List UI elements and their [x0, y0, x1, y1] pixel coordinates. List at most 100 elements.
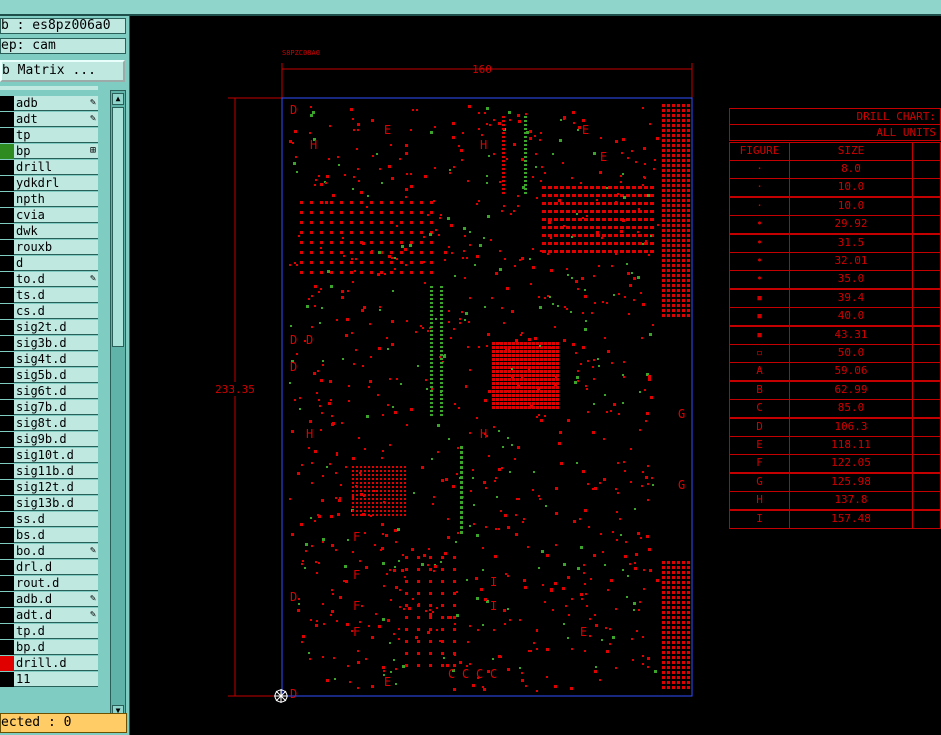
layer-row-sig7b-d[interactable]: sig7b.d: [0, 400, 98, 415]
green-pad: [440, 318, 443, 320]
layer-color-swatch[interactable]: [0, 208, 14, 223]
layer-row-adt[interactable]: adt ✎: [0, 112, 98, 127]
scroll-thumb[interactable]: [112, 107, 124, 347]
scatter-pad: [654, 670, 657, 673]
layer-color-swatch[interactable]: [0, 224, 14, 239]
layer-color-swatch[interactable]: [0, 400, 14, 415]
connector-pad: [677, 651, 680, 654]
layer-row-adb[interactable]: adb ✎: [0, 96, 98, 111]
scatter-pad: [481, 134, 483, 136]
layer-color-swatch[interactable]: [0, 528, 14, 543]
layer-color-swatch[interactable]: [0, 384, 14, 399]
layer-row-bp-d[interactable]: bp.d: [0, 640, 98, 655]
layer-row-11[interactable]: 11: [0, 672, 98, 687]
scatter-pad: [594, 302, 596, 304]
layer-row-sig9b-d[interactable]: sig9b.d: [0, 432, 98, 447]
layer-color-swatch[interactable]: [0, 512, 14, 527]
layer-row-sig11b-d[interactable]: sig11b.d: [0, 464, 98, 479]
layer-color-swatch[interactable]: [0, 640, 14, 655]
layer-row-sig6t-d[interactable]: sig6t.d: [0, 384, 98, 399]
layer-row-sig5b-d[interactable]: sig5b.d: [0, 368, 98, 383]
layer-color-swatch[interactable]: [0, 160, 14, 175]
bga-pad: [372, 494, 374, 496]
layer-color-swatch[interactable]: [0, 608, 14, 623]
layer-color-swatch[interactable]: [0, 480, 14, 495]
bga-pad: [516, 358, 519, 361]
layer-color-swatch[interactable]: [0, 128, 14, 143]
green-pad: [460, 481, 463, 484]
layer-row-sig10t-d[interactable]: sig10t.d: [0, 448, 98, 463]
layer-row-sig4t-d[interactable]: sig4t.d: [0, 352, 98, 367]
layer-row-sig13b-d[interactable]: sig13b.d: [0, 496, 98, 511]
connector-pad: [672, 119, 675, 122]
layer-row-ydkdrl[interactable]: ydkdrl: [0, 176, 98, 191]
layer-row-ts-d[interactable]: ts.d: [0, 288, 98, 303]
layer-color-swatch[interactable]: [0, 240, 14, 255]
layer-color-swatch[interactable]: [0, 176, 14, 191]
scatter-pad: [580, 593, 583, 596]
bga-pad: [508, 374, 511, 377]
layer-color-swatch[interactable]: [0, 560, 14, 575]
layer-scrollbar[interactable]: ▲ ▼: [110, 90, 126, 722]
layer-row-d[interactable]: d: [0, 256, 98, 271]
layer-row-cvia[interactable]: cvia: [0, 208, 98, 223]
layer-row-bp[interactable]: bp ⊞: [0, 144, 98, 159]
layer-color-swatch[interactable]: [0, 672, 14, 687]
layer-row-npth[interactable]: npth: [0, 192, 98, 207]
connector-pad: [667, 114, 670, 117]
layer-row-sig2t-d[interactable]: sig2t.d: [0, 320, 98, 335]
scroll-up-icon[interactable]: ▲: [112, 93, 124, 105]
scatter-pad: [484, 306, 486, 308]
layer-color-swatch[interactable]: [0, 368, 14, 383]
layer-row-drl-d[interactable]: drl.d: [0, 560, 98, 575]
layer-row-drill-d[interactable]: drill.d: [0, 656, 98, 671]
scatter-pad: [459, 322, 461, 324]
connector-pad: [672, 149, 675, 152]
layer-color-swatch[interactable]: [0, 304, 14, 319]
bga-pad: [372, 510, 374, 512]
layer-row-tp-d[interactable]: tp.d: [0, 624, 98, 639]
layer-color-swatch[interactable]: [0, 464, 14, 479]
layer-color-swatch[interactable]: [0, 544, 14, 559]
layer-color-swatch[interactable]: [0, 192, 14, 207]
layer-row-cs-d[interactable]: cs.d: [0, 304, 98, 319]
layer-color-swatch[interactable]: [0, 496, 14, 511]
layer-color-swatch[interactable]: [0, 656, 14, 671]
layer-color-swatch[interactable]: [0, 576, 14, 591]
layer-row-dwk[interactable]: dwk: [0, 224, 98, 239]
layer-row-adb-d[interactable]: adb.d ✎: [0, 592, 98, 607]
layer-color-swatch[interactable]: [0, 432, 14, 447]
layer-color-swatch[interactable]: [0, 288, 14, 303]
connector-pad: [672, 184, 675, 187]
drill-symbol-letter: C: [490, 667, 497, 681]
layer-color-swatch[interactable]: [0, 448, 14, 463]
layer-row-sig3b-d[interactable]: sig3b.d: [0, 336, 98, 351]
layer-row-rouxb[interactable]: rouxb: [0, 240, 98, 255]
layer-row-rout-d[interactable]: rout.d: [0, 576, 98, 591]
scatter-pad: [586, 215, 588, 217]
layer-color-swatch[interactable]: [0, 96, 14, 111]
matrix-button[interactable]: b Matrix ...: [0, 60, 125, 82]
bga-pad: [544, 386, 547, 389]
connector-pad: [667, 204, 670, 207]
layer-color-swatch[interactable]: [0, 592, 14, 607]
layer-row-to-d[interactable]: to.d ✎: [0, 272, 98, 287]
layer-color-swatch[interactable]: [0, 336, 14, 351]
layer-color-swatch[interactable]: [0, 352, 14, 367]
layer-row-bs-d[interactable]: bs.d: [0, 528, 98, 543]
layer-color-swatch[interactable]: [0, 320, 14, 335]
layer-color-swatch[interactable]: [0, 144, 14, 159]
layer-row-tp[interactable]: tp: [0, 128, 98, 143]
layer-color-swatch[interactable]: [0, 256, 14, 271]
layer-row-ss-d[interactable]: ss.d: [0, 512, 98, 527]
smd-pad: [608, 218, 612, 221]
layer-row-sig12t-d[interactable]: sig12t.d: [0, 480, 98, 495]
layer-row-drill[interactable]: drill: [0, 160, 98, 175]
layer-color-swatch[interactable]: [0, 272, 14, 287]
layer-color-swatch[interactable]: [0, 416, 14, 431]
layer-color-swatch[interactable]: [0, 624, 14, 639]
layer-row-sig8t-d[interactable]: sig8t.d: [0, 416, 98, 431]
layer-row-bo-d[interactable]: bo.d ✎: [0, 544, 98, 559]
layer-color-swatch[interactable]: [0, 112, 14, 127]
layer-row-adt-d[interactable]: adt.d ✎: [0, 608, 98, 623]
